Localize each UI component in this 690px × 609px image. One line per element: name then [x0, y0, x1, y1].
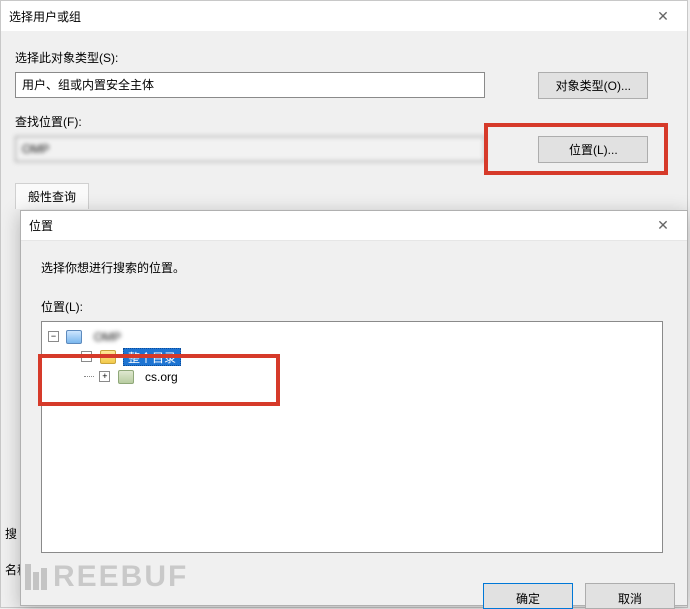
locations-button[interactable]: 位置(L)...	[538, 136, 648, 163]
expander-icon[interactable]: −	[81, 351, 92, 362]
object-types-button[interactable]: 对象类型(O)...	[538, 72, 648, 99]
location-group: 查找位置(F): OMP 位置(L)...	[15, 113, 669, 163]
object-type-label: 选择此对象类型(S):	[15, 49, 669, 66]
loc-title: 位置	[29, 217, 53, 234]
location-input[interactable]: OMP	[15, 136, 485, 162]
loc-close-icon[interactable]: ✕	[651, 214, 675, 238]
expander-icon[interactable]: −	[48, 331, 59, 342]
parent-title: 选择用户或组	[9, 8, 81, 25]
tree-connector	[84, 376, 94, 377]
loc-title-bar: 位置 ✕	[21, 211, 687, 241]
locations-dialog: 位置 ✕ 选择你想进行搜索的位置。 位置(L): − OMP −	[20, 210, 688, 606]
cancel-button[interactable]: 取消	[585, 583, 675, 609]
ok-button[interactable]: 确定	[483, 583, 573, 609]
expander-icon[interactable]: +	[99, 371, 110, 382]
loc-description: 选择你想进行搜索的位置。	[41, 259, 667, 276]
tree-connector	[66, 356, 76, 357]
parent-close-icon[interactable]: ✕	[651, 4, 675, 28]
tree-directory-label: 整个目录	[123, 348, 181, 366]
loc-tree-label: 位置(L):	[41, 298, 667, 315]
folder-icon	[100, 350, 116, 364]
truncated-label-search: 搜	[5, 525, 17, 542]
location-tree[interactable]: − OMP − 整个目录	[41, 321, 663, 553]
location-label: 查找位置(F):	[15, 113, 669, 130]
tree-node-root[interactable]: − OMP − 整个目录	[48, 326, 658, 386]
parent-title-bar: 选择用户或组 ✕	[1, 1, 687, 31]
object-type-input[interactable]: 用户、组或内置安全主体	[15, 72, 485, 98]
computer-icon	[66, 330, 82, 344]
object-type-group: 选择此对象类型(S): 用户、组或内置安全主体 对象类型(O)...	[15, 49, 669, 99]
tab-general-query[interactable]: 般性查询	[15, 183, 89, 209]
tree-node-domain[interactable]: + cs.org	[84, 366, 658, 386]
loc-body: 选择你想进行搜索的位置。 位置(L): − OMP − 整个目录	[21, 241, 687, 553]
tree-domain-label: cs.org	[141, 368, 182, 386]
loc-button-bar: 确定 取消	[483, 583, 675, 609]
parent-body: 选择此对象类型(S): 用户、组或内置安全主体 对象类型(O)... 查找位置(…	[1, 31, 687, 209]
domain-icon	[118, 370, 134, 384]
tree-root-label: OMP	[90, 328, 125, 346]
tree-node-directory[interactable]: − 整个目录 + cs.org	[66, 346, 658, 386]
